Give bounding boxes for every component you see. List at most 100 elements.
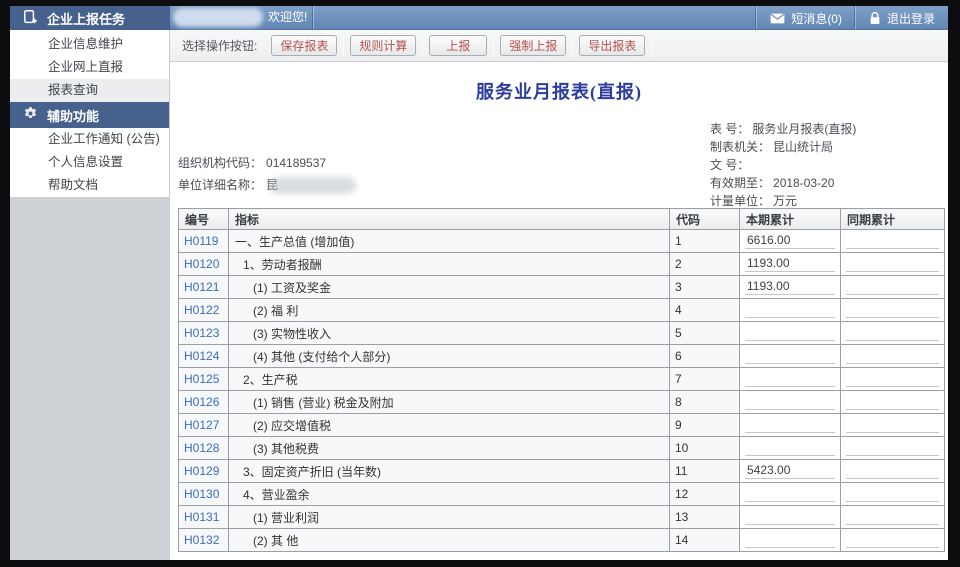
current-period-input[interactable] <box>745 417 835 433</box>
app-window: 企业上报任务 欢迎您! 短消息(0) 退出登录 企业信息维护 <box>10 6 948 560</box>
prior-period-input[interactable] <box>846 302 939 318</box>
logout-label: 退出登录 <box>887 10 935 27</box>
table-row: H0120 1、劳动者报酬 2 <box>179 253 945 276</box>
table-row: H0125 2、生产税 7 <box>179 368 945 391</box>
current-period-input[interactable] <box>745 256 835 272</box>
current-period-input[interactable] <box>745 440 835 456</box>
current-period-input[interactable] <box>745 394 835 410</box>
row-id-link[interactable]: H0124 <box>184 349 219 363</box>
current-period-input[interactable] <box>745 532 835 548</box>
row-id-link[interactable]: H0129 <box>184 464 219 478</box>
code-cell: 2 <box>670 253 740 276</box>
indicator-cell: 4、营业盈余 <box>229 483 670 506</box>
prior-period-input[interactable] <box>846 417 939 433</box>
page-title: 服务业月报表(直报) <box>170 78 948 104</box>
toolbar-divider <box>572 35 573 57</box>
col-header-code: 代码 <box>670 209 740 230</box>
row-id-link[interactable]: H0132 <box>184 533 219 547</box>
prior-period-input[interactable] <box>846 486 939 502</box>
indicator-cell: (2) 福 利 <box>229 299 670 322</box>
report-table: 编号 指标 代码 本期累计 同期累计 H0119 一、生产总值 (增加值) 1 … <box>178 208 945 552</box>
prior-period-input[interactable] <box>846 532 939 548</box>
row-id-link[interactable]: H0130 <box>184 487 219 501</box>
topbar: 企业上报任务 欢迎您! 短消息(0) 退出登录 <box>10 6 948 30</box>
sidebar-item-work-notice[interactable]: 企业工作通知 (公告) <box>10 128 169 151</box>
document-plus-icon <box>23 9 38 28</box>
row-id-link[interactable]: H0120 <box>184 257 219 271</box>
current-period-input[interactable] <box>745 302 835 318</box>
current-period-input[interactable] <box>745 486 835 502</box>
messages-button[interactable]: 短消息(0) <box>757 6 855 30</box>
row-id-link[interactable]: H0128 <box>184 441 219 455</box>
indicator-cell: (3) 实物性收入 <box>229 322 670 345</box>
sidebar-menu: 企业信息维护 企业网上直报 报表查询 辅助功能 企业工作通知 (公告) 个人信息… <box>10 30 170 197</box>
current-period-input[interactable] <box>745 279 835 295</box>
topbar-divider <box>313 6 314 30</box>
row-id-link[interactable]: H0123 <box>184 326 219 340</box>
code-cell: 4 <box>670 299 740 322</box>
prior-period-input[interactable] <box>846 325 939 341</box>
prior-period-input[interactable] <box>846 509 939 525</box>
sidebar-item-enterprise-online-report[interactable]: 企业网上直报 <box>10 56 169 79</box>
row-id-link[interactable]: H0131 <box>184 510 219 524</box>
current-period-input[interactable] <box>745 371 835 387</box>
row-id-link[interactable]: H0125 <box>184 372 219 386</box>
username-redacted <box>173 8 263 27</box>
current-period-input[interactable] <box>745 325 835 341</box>
table-header-row: 编号 指标 代码 本期累计 同期累计 <box>179 209 945 230</box>
export-report-button[interactable]: 导出报表 <box>579 35 645 56</box>
table-row: H0131 (1) 营业利润 13 <box>179 506 945 529</box>
prior-period-input[interactable] <box>846 371 939 387</box>
indicator-cell: (1) 销售 (营业) 税金及附加 <box>229 391 670 414</box>
table-row: H0128 (3) 其他税费 10 <box>179 437 945 460</box>
logout-button[interactable]: 退出登录 <box>856 6 948 30</box>
report-meta-block: 表 号：服务业月报表(直报) 制表机关：昆山统计局 文 号： 有效期至：2018… <box>710 120 856 210</box>
org-code-value: 014189537 <box>266 156 326 170</box>
sidebar-section-aux-functions[interactable]: 辅助功能 <box>10 102 169 128</box>
row-id-link[interactable]: H0122 <box>184 303 219 317</box>
current-period-input[interactable] <box>745 463 835 479</box>
sidebar-item-enterprise-info-maintenance[interactable]: 企业信息维护 <box>10 33 169 56</box>
col-header-current-period: 本期累计 <box>740 209 841 230</box>
current-period-input[interactable] <box>745 348 835 364</box>
sidebar-section-report-tasks[interactable]: 企业上报任务 <box>10 6 170 30</box>
toolbar: 选择操作按钮: 保存报表 规则计算 上报 强制上报 导出报表 <box>170 30 948 62</box>
rule-calculate-button[interactable]: 规则计算 <box>350 35 416 56</box>
code-cell: 10 <box>670 437 740 460</box>
save-report-button[interactable]: 保存报表 <box>271 35 337 56</box>
row-id-link[interactable]: H0126 <box>184 395 219 409</box>
prior-period-input[interactable] <box>846 463 939 479</box>
current-period-input[interactable] <box>745 233 835 249</box>
toolbar-divider <box>343 35 344 57</box>
prior-period-input[interactable] <box>846 256 939 272</box>
prior-period-input[interactable] <box>846 279 939 295</box>
current-period-input[interactable] <box>745 509 835 525</box>
code-cell: 12 <box>670 483 740 506</box>
code-cell: 8 <box>670 391 740 414</box>
browser-window: 企业上报任务 欢迎您! 短消息(0) 退出登录 企业信息维护 <box>0 0 960 567</box>
sidebar: 企业信息维护 企业网上直报 报表查询 辅助功能 企业工作通知 (公告) 个人信息… <box>10 30 170 560</box>
org-code-label: 组织机构代码： <box>178 156 262 170</box>
row-id-link[interactable]: H0119 <box>184 234 218 248</box>
indicator-cell: 2、生产税 <box>229 368 670 391</box>
prior-period-input[interactable] <box>846 440 939 456</box>
force-submit-button[interactable]: 强制上报 <box>500 35 566 56</box>
sidebar-item-personal-settings[interactable]: 个人信息设置 <box>10 151 169 174</box>
indicator-cell: (4) 其他 (支付给个人部分) <box>229 345 670 368</box>
table-row: H0126 (1) 销售 (营业) 税金及附加 8 <box>179 391 945 414</box>
prior-period-input[interactable] <box>846 233 939 249</box>
prior-period-input[interactable] <box>846 394 939 410</box>
indicator-cell: 3、固定资产折旧 (当年数) <box>229 460 670 483</box>
code-cell: 11 <box>670 460 740 483</box>
submit-button[interactable]: 上报 <box>429 35 487 56</box>
prior-period-input[interactable] <box>846 348 939 364</box>
toolbar-divider <box>422 35 423 57</box>
sidebar-item-help-docs[interactable]: 帮助文档 <box>10 174 169 197</box>
col-header-prior-period: 同期累计 <box>841 209 945 230</box>
sidebar-item-report-query[interactable]: 报表查询 <box>10 79 169 102</box>
row-id-link[interactable]: H0121 <box>184 280 219 294</box>
messages-label: 短消息(0) <box>791 10 842 27</box>
col-header-indicator: 指标 <box>229 209 670 230</box>
main-content: 选择操作按钮: 保存报表 规则计算 上报 强制上报 导出报表 服务业月报表(直报… <box>170 30 948 560</box>
row-id-link[interactable]: H0127 <box>184 418 219 432</box>
